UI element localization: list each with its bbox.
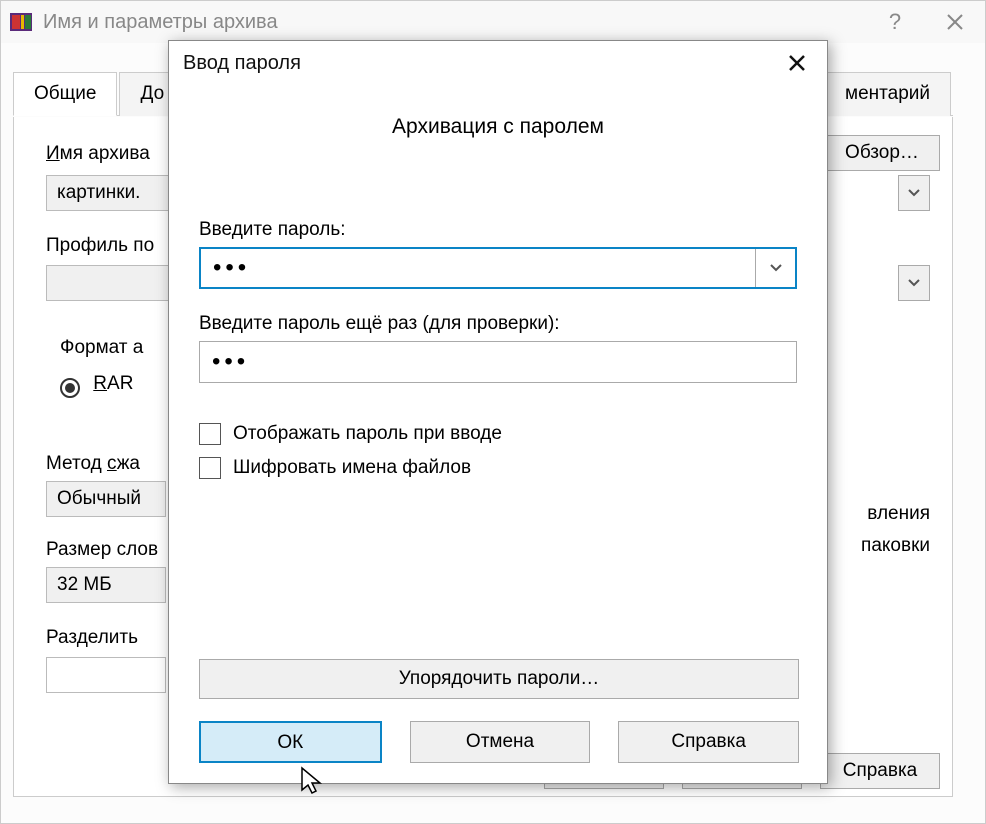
parent-help-button[interactable]: Справка [820,753,940,789]
password-input[interactable] [201,249,755,287]
modal-titlebar: Ввод пароля [169,41,827,85]
dict-label: Размер слов [46,539,158,561]
help-button[interactable]: ? [865,1,925,43]
password-input-row [199,247,797,289]
tab-general[interactable]: Общие [13,72,117,116]
close-icon [789,55,805,71]
enter-password-label: Введите пароль: [199,219,797,241]
method-field[interactable]: Обычный [46,481,166,517]
split-label: Разделить [46,627,138,649]
encrypt-names-checkbox[interactable]: Шифровать имена файлов [199,457,797,479]
parent-title: Имя и параметры архива [43,11,865,34]
side-label-1: вления [867,503,930,525]
close-button[interactable] [925,1,985,43]
close-icon [947,14,963,30]
archive-name-label: Имя архива [46,143,150,165]
modal-help-button[interactable]: Справка [618,721,799,763]
modal-close-button[interactable] [767,41,827,85]
radio-checked-icon [60,378,80,398]
archive-name-dropdown[interactable] [898,175,930,211]
checkbox-icon [199,423,221,445]
parent-titlebar: Имя и параметры архива ? [1,1,985,43]
format-label: Формат а [60,337,143,359]
password-history-dropdown[interactable] [755,249,795,287]
chevron-down-icon [908,189,920,197]
encrypt-names-label: Шифровать имена файлов [233,457,471,479]
app-icon [9,10,33,34]
side-label-2: паковки [861,535,930,557]
profile-dropdown[interactable] [898,265,930,301]
split-field[interactable] [46,657,166,693]
modal-heading: Архивация с паролем [199,115,797,139]
show-password-label: Отображать пароль при вводе [233,423,502,445]
password-dialog: Ввод пароля Архивация с паролем Введите … [168,40,828,784]
checkbox-icon [199,457,221,479]
chevron-down-icon [770,264,782,272]
confirm-password-row [199,341,797,383]
confirm-password-input[interactable] [200,342,796,382]
modal-ok-button[interactable]: ОК [199,721,382,763]
chevron-down-icon [908,279,920,287]
modal-title: Ввод пароля [183,52,301,75]
organize-passwords-button[interactable]: Упорядочить пароли… [199,659,799,699]
modal-body: Архивация с паролем Введите пароль: Введ… [169,85,827,479]
format-rar-radio[interactable]: RAR [60,373,133,395]
modal-cancel-button[interactable]: Отмена [410,721,591,763]
tab-comment[interactable]: ментарий [824,72,951,116]
confirm-password-label: Введите пароль ещё раз (для проверки): [199,313,797,335]
dict-field[interactable]: 32 МБ [46,567,166,603]
modal-button-row: ОК Отмена Справка [199,721,799,763]
profile-label: Профиль по [46,235,154,257]
show-password-checkbox[interactable]: Отображать пароль при вводе [199,423,797,445]
method-label: Метод сжа [46,453,140,475]
browse-button[interactable]: Обзор… [824,135,940,171]
